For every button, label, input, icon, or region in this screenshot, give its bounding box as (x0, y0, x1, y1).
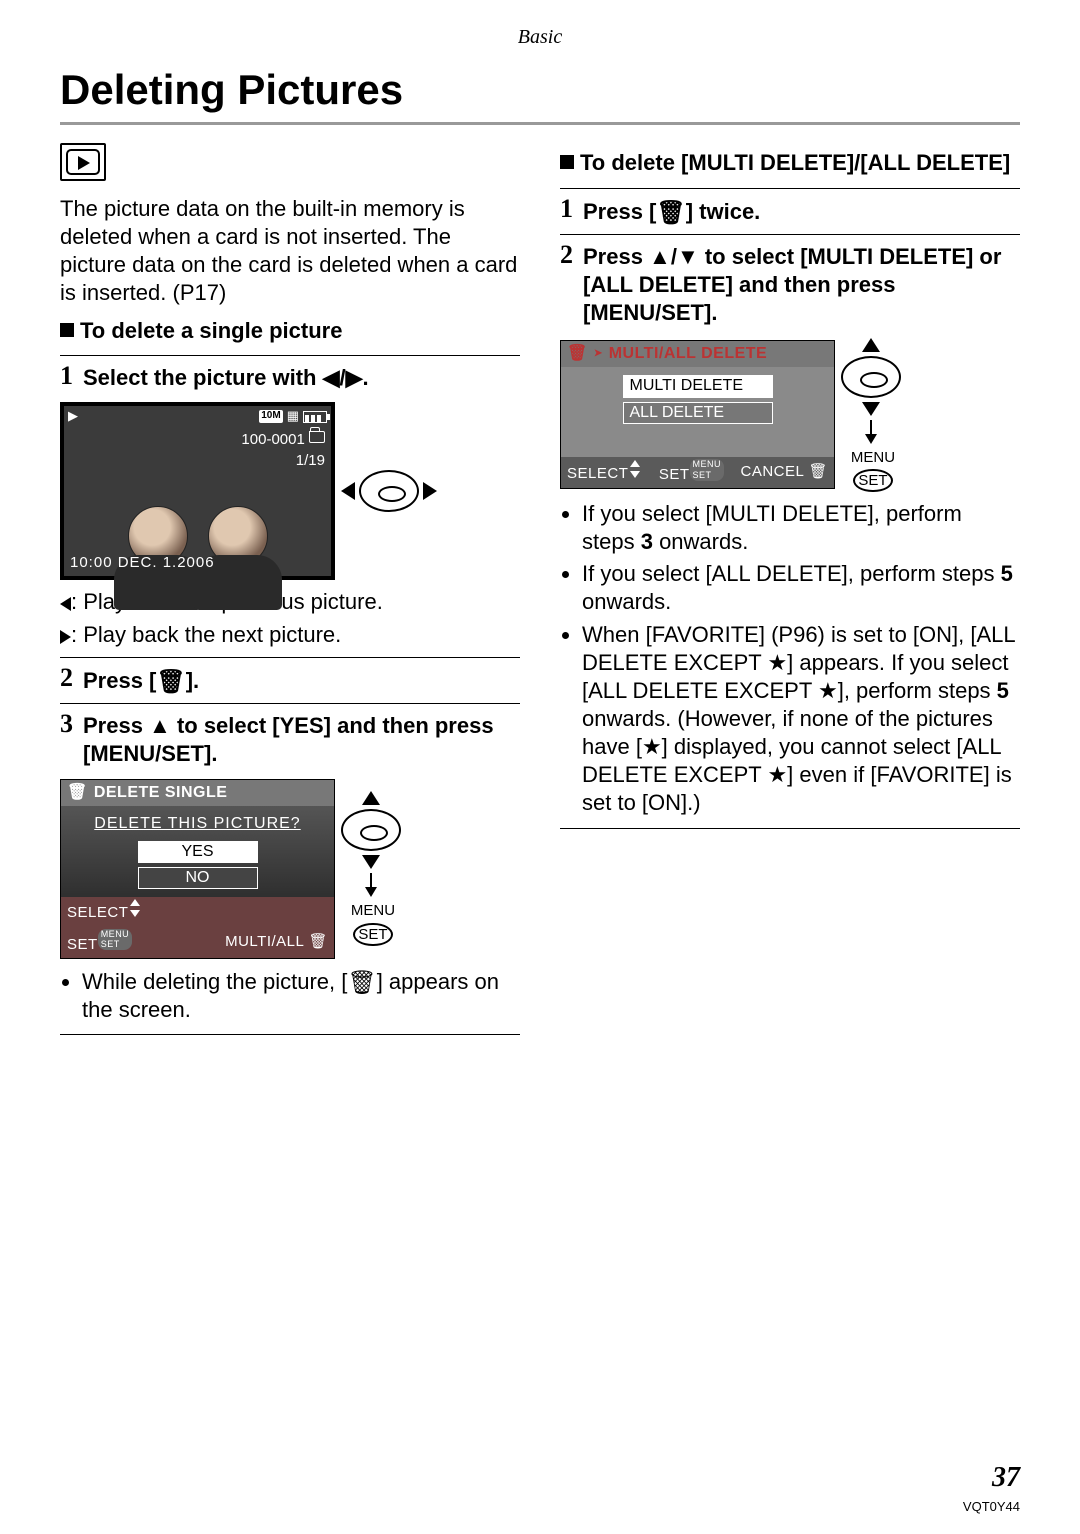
bullet-all: If you select [ALL DELETE], perform step… (582, 560, 1020, 616)
step-2-multi-text: Press ▲/▼ to select [MULTI DELETE] or [A… (583, 243, 1020, 327)
image-counter: 1/19 (241, 451, 325, 471)
step-3-single: 3 Press ▲ to select [YES] and then press… (60, 703, 520, 1035)
multi-delete-dialog: 🗑➤ MULTI/ALL DELETE MULTI DELETE ALL DEL… (560, 340, 835, 489)
menu-set-icon: MENUSET (690, 459, 725, 481)
control-wheel-icon (359, 470, 419, 512)
nav-pad-lr (341, 470, 437, 512)
file-number: 100-0001 (241, 431, 304, 448)
footer-cancel: CANCEL (740, 463, 803, 480)
step-2-multi: 2 Press ▲/▼ to select [MULTI DELETE] or … (560, 234, 1020, 829)
updown-icon (128, 899, 142, 917)
section-end-rule (60, 1034, 520, 1035)
subhead-multi-delete: To delete [MULTI DELETE]/[ALL DELETE] (560, 149, 1020, 177)
up-arrow-icon (862, 338, 880, 352)
trash-icon: 🗑 (308, 933, 328, 950)
document-code: VQT0Y44 (963, 1499, 1020, 1516)
camera-screen-preview: ▶ 10M ▦ 100-0001 (60, 402, 335, 580)
step-2-single: 2 Press [🗑]. (60, 657, 520, 696)
step-1-text: Select the picture with ◀/▶. (83, 364, 369, 392)
menu-label: MENU (851, 448, 895, 467)
trash-icon: 🗑 (347, 968, 376, 998)
step-1-multi: 1 Press [🗑] twice. (560, 188, 1020, 227)
page-number: 37 (992, 1460, 1020, 1496)
square-bullet-icon (560, 155, 574, 169)
step-1-multi-text: Press [🗑] twice. (583, 197, 760, 227)
intro-text: The picture data on the built-in memory … (60, 195, 520, 308)
trash-icon: 🗑 (808, 463, 828, 480)
trash-icon: 🗑 (156, 667, 185, 697)
option-no: NO (138, 867, 258, 889)
left-column: The picture data on the built-in memory … (60, 143, 520, 1041)
up-arrow-icon (362, 791, 380, 805)
playback-mode-icon (60, 143, 106, 181)
set-button-icon: SET (353, 923, 392, 946)
step-1-single: 1 Select the picture with ◀/▶. ▶ 10M ▦ (60, 355, 520, 648)
down-arrow-icon (362, 855, 380, 869)
legend-next: : Play back the next picture. (60, 621, 520, 649)
nav-pad-ud: MENU SET (341, 791, 401, 945)
star-icon: ★ (818, 677, 838, 705)
dialog-header: DELETE SINGLE (94, 783, 228, 803)
bullet-multi: If you select [MULTI DELETE], perform st… (582, 500, 1020, 556)
footer-select: SELECT (67, 904, 128, 921)
title-rule (60, 122, 1020, 125)
down-arrow-icon (862, 402, 880, 416)
square-bullet-icon (60, 323, 74, 337)
trash-icon: 🗑 (656, 198, 685, 228)
section-header: Basic (60, 25, 1020, 51)
menu-label: MENU (351, 901, 395, 920)
datetime-stamp: 10:00 DEC. 1.2006 (70, 553, 215, 572)
down-line-icon (365, 873, 377, 897)
star-icon: ★ (767, 761, 787, 789)
footer-set: SET (67, 935, 98, 952)
footer-set: SET (659, 466, 690, 483)
delete-single-dialog: 🗑DELETE SINGLE DELETE THIS PICTURE? YES … (60, 779, 335, 959)
set-button-icon: SET (853, 469, 892, 492)
folder-icon (309, 431, 325, 443)
down-line-icon (865, 420, 877, 444)
dialog-header: MULTI/ALL DELETE (609, 344, 768, 364)
nav-pad-ud: MENU SET (841, 338, 901, 492)
footer-select: SELECT (567, 465, 628, 482)
step-number: 3 (60, 711, 73, 767)
menu-set-icon: MENUSET (98, 929, 133, 951)
right-column: To delete [MULTI DELETE]/[ALL DELETE] 1 … (560, 143, 1020, 1041)
note-while-deleting: While deleting the picture, [🗑] appears … (82, 967, 520, 1025)
dialog-question: DELETE THIS PICTURE? (69, 814, 326, 834)
control-wheel-icon (341, 809, 401, 851)
step-3-text: Press ▲ to select [YES] and then press [… (83, 712, 520, 768)
right-arrow-icon (423, 482, 437, 500)
step-number: 2 (60, 665, 73, 695)
step-number: 2 (560, 242, 573, 326)
option-yes: YES (138, 841, 258, 863)
trash-icon: 🗑 (567, 344, 588, 364)
section-end-rule (560, 828, 1020, 829)
step-2-text: Press [🗑]. (83, 666, 199, 696)
left-arrow-icon (341, 482, 355, 500)
updown-icon (628, 460, 642, 478)
option-all-delete: ALL DELETE (623, 402, 773, 424)
star-icon: ★ (642, 733, 662, 761)
step-number: 1 (60, 363, 73, 391)
star-icon: ★ (767, 649, 787, 677)
option-multi-delete: MULTI DELETE (623, 375, 773, 397)
bullet-favorite: When [FAVORITE] (P96) is set to [ON], [A… (582, 621, 1020, 818)
footer-multiall: MULTI/ALL (225, 933, 304, 950)
step-number: 1 (560, 196, 573, 226)
page-title: Deleting Pictures (60, 63, 1020, 117)
control-wheel-icon (841, 356, 901, 398)
subhead-single-delete: To delete a single picture (60, 317, 520, 345)
trash-icon: 🗑 (67, 783, 88, 803)
